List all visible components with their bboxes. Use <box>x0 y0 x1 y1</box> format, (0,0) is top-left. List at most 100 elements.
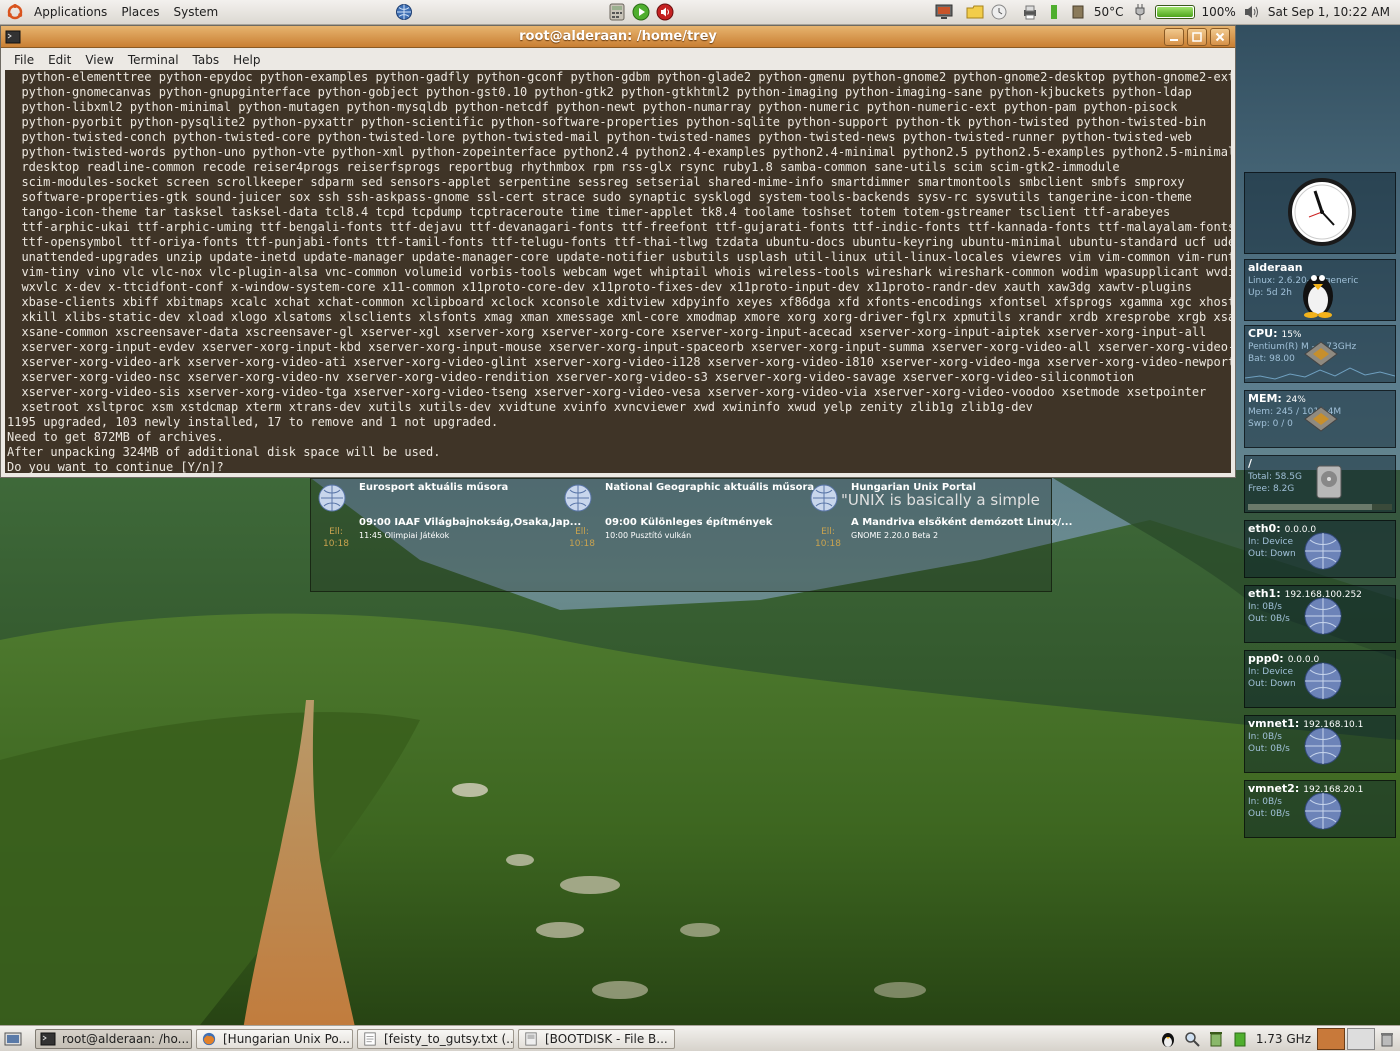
terminal-line: xsane-common xscreensaver-data xscreensa… <box>7 325 1207 339</box>
net-in: In: Device <box>1248 667 1294 677</box>
maximize-button[interactable] <box>1187 27 1207 46</box>
network-globe-icon <box>1304 662 1342 700</box>
terminal-line: rdesktop readline-common recode reiser4p… <box>7 160 1120 174</box>
net-out: Out: 0B/s <box>1248 614 1290 624</box>
menu-terminal[interactable]: Terminal <box>121 53 186 67</box>
rss-headline[interactable]: 09:00 Különleges építmények <box>605 517 772 528</box>
rss-headline[interactable]: A Mandriva elsőként demózott Linux/... <box>851 517 1072 528</box>
bottom-panel: root@alderaan: /ho... [Hungarian Unix Po… <box>0 1025 1400 1051</box>
rss-feed-title: Eurosport aktuális műsora <box>359 482 509 493</box>
menu-applications[interactable]: Applications <box>27 0 114 24</box>
net-monitor: vmnet2: 192.168.20.1 In: 0B/s Out: 0B/s <box>1244 780 1396 838</box>
rss-globe-icon <box>318 484 346 512</box>
rss-subheadline[interactable]: GNOME 2.20.0 Beta 2 <box>851 531 938 540</box>
cpu-graph <box>1245 367 1395 380</box>
terminal-line: xserver-xorg-video-ark xserver-xorg-vide… <box>7 355 1231 369</box>
terminal-line: xserver-xorg-video-sis xserver-xorg-vide… <box>7 385 1207 399</box>
tux-tray-icon[interactable] <box>1159 1030 1177 1048</box>
rss-feed-natgeo[interactable]: National Geographic aktuális műsora Ell:… <box>557 479 814 589</box>
menu-places[interactable]: Places <box>114 0 166 24</box>
menu-edit[interactable]: Edit <box>41 53 78 67</box>
menu-help[interactable]: Help <box>226 53 267 67</box>
rss-feed-title: National Geographic aktuális műsora <box>605 482 815 493</box>
workspace-2[interactable] <box>1347 1027 1375 1050</box>
minimize-button[interactable] <box>1164 27 1184 46</box>
network-globe-icon[interactable] <box>395 3 413 21</box>
rss-subheadline[interactable]: 11:45 Olimpiai Játékok <box>359 531 449 540</box>
play-icon[interactable] <box>632 3 650 21</box>
rss-globe-icon <box>564 484 592 512</box>
terminal-line: 1195 upgraded, 103 newly installed, 17 t… <box>7 415 499 429</box>
folder-icon[interactable] <box>966 3 984 21</box>
tux-penguin-icon <box>1303 275 1333 318</box>
task-browser[interactable]: [Hungarian Unix Po... <box>196 1028 353 1049</box>
monitor-icon[interactable] <box>935 3 953 21</box>
disk-mount: / <box>1248 457 1253 470</box>
menu-file[interactable]: File <box>7 53 41 67</box>
terminal-line: vim-tiny vino vlc vlc-nox vlc-plugin-als… <box>7 265 1231 279</box>
top-panel: Applications Places System 50°C 100% Sat… <box>0 0 1400 25</box>
terminal-line: ttf-arphic-ukai ttf-arphic-uming ttf-ben… <box>7 220 1231 234</box>
rss-feed-eurosport[interactable]: Eurosport aktuális műsora Ell: 10:18 09:0… <box>311 479 581 589</box>
rss-globe-icon <box>810 484 838 512</box>
close-button[interactable] <box>1210 27 1230 46</box>
menu-tabs[interactable]: Tabs <box>186 53 227 67</box>
net-in: In: 0B/s <box>1248 732 1282 742</box>
task-text-editor[interactable]: [feisty_to_gutsy.txt (... <box>357 1028 514 1049</box>
network-status-icon[interactable] <box>1045 3 1063 21</box>
clock-datetime[interactable]: Sat Sep 1, 10:22 AM <box>1268 5 1390 19</box>
show-desktop-icon[interactable] <box>4 1030 22 1048</box>
task-file-browser[interactable]: [BOOTDISK - File B... <box>518 1028 675 1049</box>
ubuntu-logo-icon[interactable] <box>6 3 24 21</box>
terminal-icon[interactable] <box>4 28 22 46</box>
network-globe-icon <box>1304 597 1342 635</box>
task-terminal[interactable]: root@alderaan: /ho... <box>35 1028 192 1049</box>
terminal-line: xbase-clients xbiff xbitmaps xcalc xchat… <box>7 295 1231 309</box>
rss-quote: "UNIX is basically a simple <box>841 491 1040 509</box>
battery-percent: 100% <box>1201 5 1236 19</box>
net-out: Out: Down <box>1248 679 1296 689</box>
chip-icon <box>1069 3 1087 21</box>
menu-system[interactable]: System <box>166 0 225 24</box>
terminal-output[interactable]: python-elementtree python-epydoc python-… <box>5 70 1231 473</box>
mem-label: MEM: 24% <box>1248 392 1306 405</box>
rss-feed-hup[interactable]: Hungarian Unix Portal "UNIX is basically… <box>803 479 1072 589</box>
terminal-titlebar[interactable]: root@alderaan: /home/trey <box>1 26 1235 48</box>
audio-icon[interactable] <box>656 3 674 21</box>
rss-headline[interactable]: 09:00 IAAF Világbajnokság,Osaka,Jap... <box>359 517 581 528</box>
net-monitor: ppp0: 0.0.0.0 In: Device Out: Down <box>1244 650 1396 708</box>
disk-total: Total: 58.5G <box>1248 472 1302 482</box>
host-name: alderaan <box>1248 261 1303 274</box>
swap-usage: Swp: 0 / 0 <box>1248 419 1293 429</box>
printer-icon[interactable] <box>1021 3 1039 21</box>
firefox-icon <box>202 1032 216 1045</box>
terminal-line: scim-modules-socket screen scrollkeeper … <box>7 175 1185 189</box>
battery-indicator[interactable] <box>1154 5 1195 19</box>
task-label: [Hungarian Unix Po... <box>223 1031 350 1046</box>
cpu-frequency: 1.73 GHz <box>1255 1031 1311 1046</box>
terminal-line: python-twisted-words python-uno python-v… <box>7 145 1231 159</box>
rss-ell-label: Ell: 10:18 <box>323 527 349 549</box>
clock-icon[interactable] <box>990 3 1008 21</box>
recycle-icon[interactable] <box>1207 1030 1225 1048</box>
battery-tray-icon[interactable] <box>1231 1030 1249 1048</box>
terminal-line: Need to get 872MB of archives. <box>7 430 224 444</box>
net-monitor: vmnet1: 192.168.10.1 In: 0B/s Out: 0B/s <box>1244 715 1396 773</box>
terminal-line: Do you want to continue [Y/n]? <box>7 460 231 473</box>
network-globe-icon <box>1304 727 1342 765</box>
terminal-menubar: File Edit View Terminal Tabs Help <box>1 48 1235 71</box>
terminal-line: python-elementtree python-epydoc python-… <box>7 70 1231 84</box>
calculator-icon[interactable] <box>608 3 626 21</box>
mem-monitor: MEM: 24% Mem: 245 / 1010.4M Swp: 0 / 0 <box>1244 390 1396 448</box>
terminal-line: python-twisted-conch python-twisted-core… <box>7 130 1192 144</box>
close-icon <box>1215 32 1225 41</box>
trash-icon[interactable] <box>1378 1030 1396 1048</box>
volume-icon[interactable] <box>1243 3 1261 21</box>
terminal-line: software-properties-gtk sound-juicer sox… <box>7 190 1192 204</box>
cpu-value: 15% <box>1281 330 1302 340</box>
menu-view[interactable]: View <box>78 53 120 67</box>
rss-subheadline[interactable]: 10:00 Pusztító vulkán <box>605 531 691 540</box>
workspace-1[interactable] <box>1317 1027 1345 1050</box>
terminal-line: After unpacking 324MB of additional disk… <box>7 445 441 459</box>
search-icon[interactable] <box>1183 1030 1201 1048</box>
